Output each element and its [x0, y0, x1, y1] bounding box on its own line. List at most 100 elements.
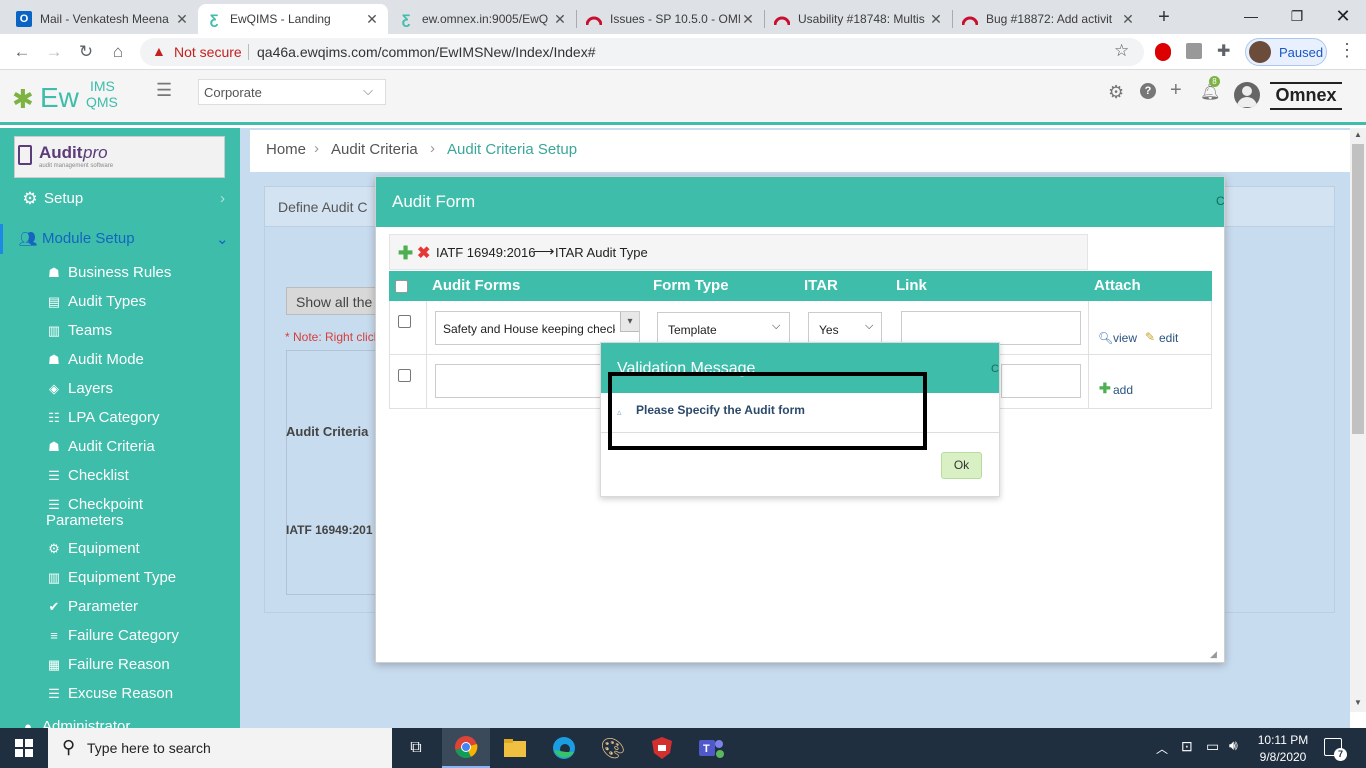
ewqims-icon: Ƹ [209, 11, 219, 27]
chrome-icon[interactable] [442, 728, 490, 768]
breadcrumb-home[interactable]: Home [266, 141, 306, 158]
close-icon[interactable]: ✕ [174, 11, 190, 28]
add-link[interactable]: add [1113, 383, 1133, 397]
ewqims-logo[interactable]: ✱ Ew IMS QMS [12, 78, 122, 114]
sidebar-item-checklist[interactable]: ☰ Checklist [0, 467, 240, 484]
edit-link[interactable]: edit [1159, 331, 1178, 345]
sidebar-item-setup[interactable]: ⚙ Setup › [0, 188, 240, 208]
search-icon: ⚲ [62, 737, 76, 757]
reload-icon[interactable]: ↻ [74, 40, 98, 64]
sidebar-item-audit-types[interactable]: ▤ Audit Types [0, 293, 240, 310]
add-icon[interactable]: ✚ [398, 243, 413, 264]
close-icon[interactable]: ✕ [364, 11, 380, 28]
resize-handle-icon[interactable]: ◢ [1210, 649, 1217, 660]
taskbar-search-box[interactable]: ⚲ Type here to search [48, 728, 392, 768]
kebab-menu-icon[interactable]: ⋮ [1338, 40, 1356, 61]
edge-icon[interactable] [540, 728, 588, 768]
volume-icon[interactable]: 🔊︎ [1229, 737, 1238, 754]
browser-tab-active[interactable]: Ƹ EwQIMS - Landing ✕ [198, 4, 388, 34]
task-view-icon[interactable]: ⧉ [392, 728, 440, 768]
sidebar-item-layers[interactable]: ◈ Layers [0, 380, 240, 397]
paint-icon[interactable]: 🎨︎ [589, 728, 637, 768]
sidebar-item-equipment-type[interactable]: ▥ Equipment Type [0, 569, 240, 586]
window-close-button[interactable]: ✕ [1320, 0, 1366, 32]
user-avatar[interactable] [1234, 82, 1260, 108]
browser-tab[interactable]: Bug #18872: Add activit ✕ [954, 4, 1144, 34]
sidebar-item-module-setup[interactable]: 👥︎ Module Setup ⌄ [0, 230, 240, 248]
minimize-button[interactable]: — [1228, 0, 1274, 32]
link-input-empty[interactable] [1001, 364, 1081, 398]
auditpro-logo: Audit pro audit management software [14, 136, 225, 178]
browser-tab[interactable]: Usability #18748: Multis ✕ [766, 4, 952, 34]
add-icon[interactable]: + [1170, 79, 1182, 102]
profile-button[interactable]: Paused [1245, 38, 1327, 66]
pencil-icon: ✎ [1145, 330, 1156, 344]
show-all-button[interactable]: Show all the [286, 287, 381, 315]
sidebar-item-teams[interactable]: ▥ Teams [0, 322, 240, 339]
teams-icon[interactable]: T [688, 728, 736, 768]
back-icon[interactable]: ← [10, 40, 34, 64]
file-explorer-icon[interactable] [491, 728, 539, 768]
opera-extension-icon[interactable] [1155, 43, 1171, 61]
windows-start-icon[interactable] [0, 728, 48, 768]
restore-button[interactable]: ❐ [1274, 0, 1320, 32]
sidebar-item-failure-reason[interactable]: ▦ Failure Reason [0, 656, 240, 673]
help-icon[interactable]: ? [1140, 83, 1156, 99]
sidebar-item-lpa-category[interactable]: ☷ LPA Category [0, 409, 240, 426]
row-checkbox[interactable] [398, 315, 411, 328]
close-icon[interactable]: ✕ [1120, 11, 1136, 28]
breadcrumb-audit-criteria[interactable]: Audit Criteria [331, 141, 418, 158]
star-icon[interactable]: ☆ [1114, 41, 1129, 61]
itar-select[interactable]: Yes ⌵ [808, 312, 882, 344]
combo-dropdown-icon[interactable]: ▾ [620, 312, 639, 332]
puzzle-icon[interactable]: ✚ [1217, 41, 1230, 61]
select-all-checkbox[interactable] [395, 280, 408, 293]
chevron-down-icon: ⌄ [216, 230, 229, 248]
chevron-up-icon[interactable]: ︿ [1156, 740, 1168, 757]
link-input[interactable] [901, 311, 1081, 345]
sidebar-item-checkpoint[interactable]: ☰ Checkpoint [0, 496, 240, 513]
sidebar-item-audit-criteria[interactable]: ☗ Audit Criteria [0, 438, 240, 455]
close-icon[interactable]: ✕ [552, 11, 568, 28]
new-tab-button[interactable]: + [1152, 6, 1176, 30]
close-icon[interactable]: ✕ [928, 11, 944, 28]
ok-button[interactable]: Ok [941, 452, 982, 479]
sidebar-item-failure-category[interactable]: ≡ Failure Category [0, 627, 240, 644]
home-icon[interactable]: ⌂ [106, 40, 130, 64]
checklist-icon: ☰ [48, 685, 60, 701]
dialog-close-icon[interactable]: C [991, 363, 999, 375]
sidebar-item-audit-mode[interactable]: ☗ Audit Mode [0, 351, 240, 368]
network-icon[interactable]: ⊡ [1181, 738, 1193, 755]
gear-icon: ⚙ [22, 188, 38, 208]
sidebar-item-equipment[interactable]: ⚙ Equipment [0, 540, 240, 557]
view-link[interactable]: view [1113, 331, 1137, 345]
corporate-select[interactable]: Corporate ⌵ [198, 79, 386, 105]
extension-icon[interactable] [1186, 43, 1202, 59]
not-secure-label: Not secure [174, 44, 242, 60]
delete-icon[interactable]: ✖ [417, 243, 430, 263]
sidebar-item-parameters-line[interactable]: Parameters [0, 512, 240, 529]
browser-tab[interactable]: Ƹ ew.omnex.in:9005/EwQ ✕ [390, 4, 576, 34]
security-app-icon[interactable] [638, 728, 686, 768]
modal-close-icon[interactable]: C [1216, 194, 1225, 208]
browser-tab[interactable]: O Mail - Venkatesh Meena ✕ [8, 4, 198, 34]
notification-badge: 8 [1209, 76, 1220, 87]
hamburger-menu-icon[interactable]: ☰ [156, 80, 172, 101]
forward-icon[interactable]: → [42, 40, 66, 64]
form-type-select[interactable]: Template ⌵ [657, 312, 790, 344]
row-checkbox[interactable] [398, 369, 411, 382]
close-icon[interactable]: ✕ [740, 11, 756, 28]
clock[interactable]: 10:11 PM 9/8/2020 [1252, 731, 1314, 765]
audit-criteria-label: Audit Criteria [286, 424, 369, 439]
sidebar-item-parameter[interactable]: ✔ Parameter [0, 598, 240, 615]
url-text: qa46a.ewqims.com/common/EwIMSNew/Index/I… [257, 44, 596, 60]
sidebar-item-business-rules[interactable]: ☗ Business Rules [0, 264, 240, 281]
sidebar-item-excuse-reason[interactable]: ☰ Excuse Reason [0, 685, 240, 702]
settings-gear-icon[interactable]: ⚙ [1108, 82, 1124, 103]
browser-tab[interactable]: Issues - SP 10.5.0 - OMN ✕ [578, 4, 764, 34]
audit-form-combobox[interactable]: Safety and House keeping checklist ▾ [435, 311, 640, 345]
address-bar[interactable]: ▲ Not secure qa46a.ewqims.com/common/EwI… [140, 38, 1144, 66]
battery-icon[interactable]: ▭ [1206, 738, 1219, 755]
page-scrollbar[interactable]: ▲ ▼ [1350, 128, 1366, 712]
sidebar-item-administrator[interactable]: ● Administrator [0, 718, 240, 728]
